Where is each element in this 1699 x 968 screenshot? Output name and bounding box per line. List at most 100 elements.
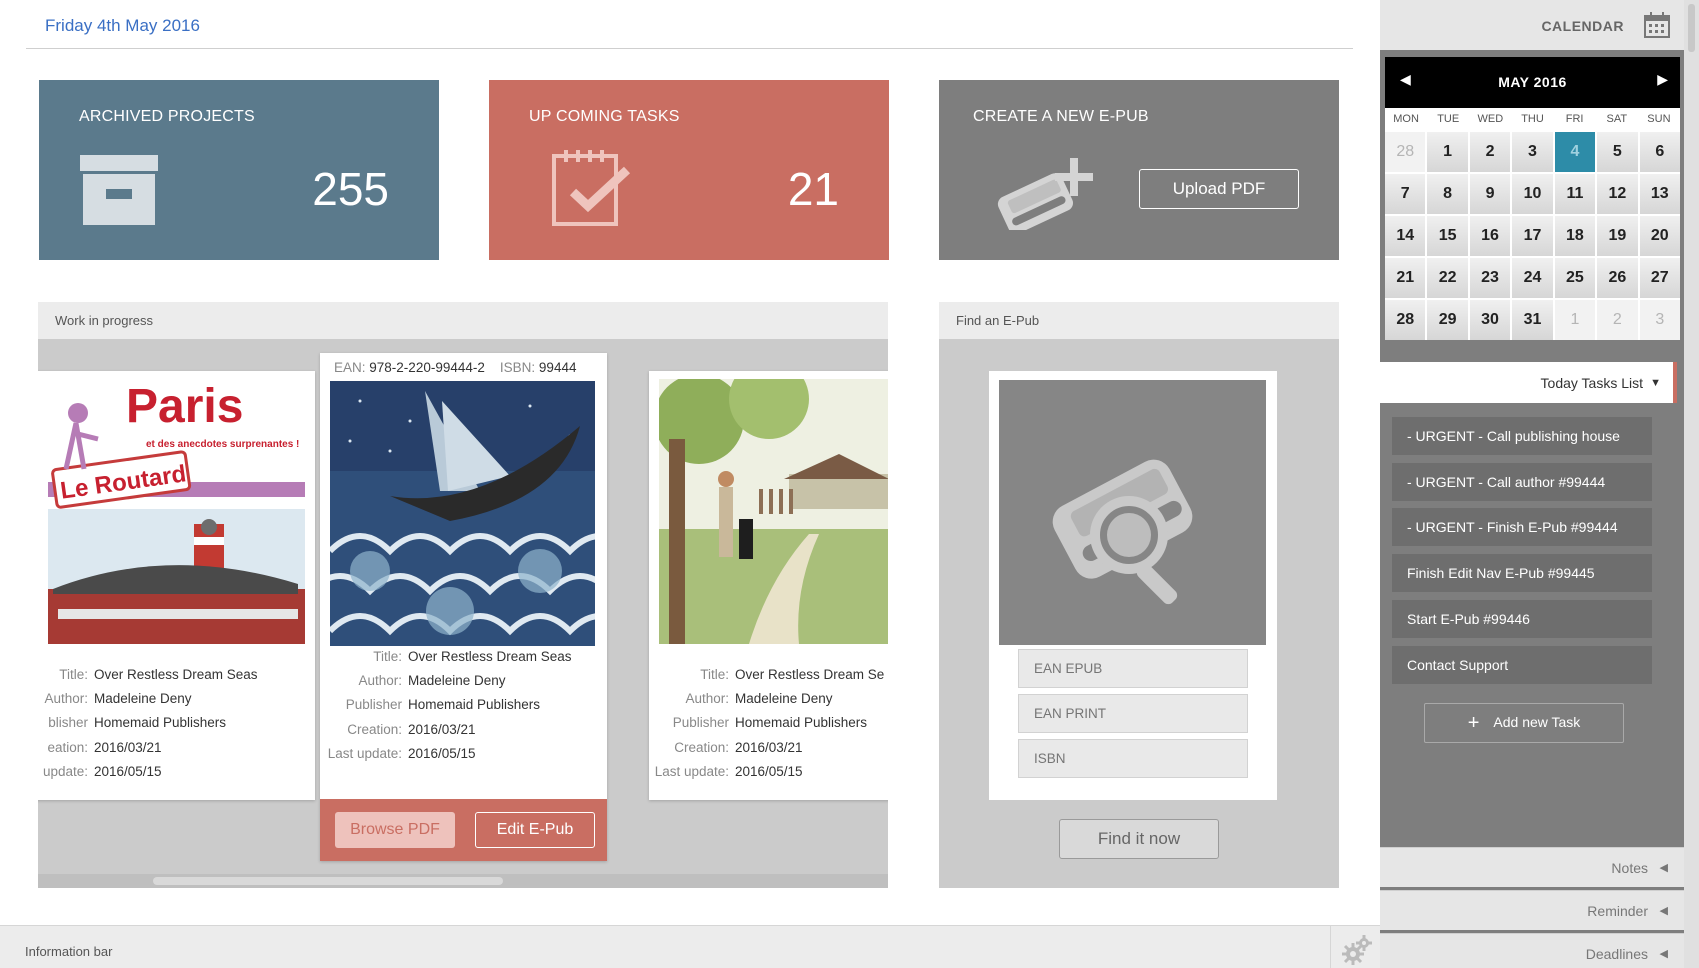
settings-button[interactable] xyxy=(1330,926,1380,968)
calendar-day[interactable]: 30 xyxy=(1469,300,1511,340)
isbn-input[interactable] xyxy=(1018,739,1248,778)
caret-down-icon: ▼ xyxy=(1650,377,1661,389)
book-card[interactable]: Paris et des anecdotes surprenantes ! Le… xyxy=(38,371,315,800)
task-item[interactable]: Contact Support xyxy=(1392,646,1652,684)
next-month-button[interactable]: ▶ xyxy=(1657,71,1668,88)
meta-author: Author: Madeleine Deny xyxy=(358,673,506,689)
calendar-day[interactable]: 10 xyxy=(1512,174,1553,214)
calendar-header[interactable]: CALENDAR xyxy=(1380,0,1684,50)
book-card[interactable]: Title: Over Restless Dream Se Author: Made… xyxy=(649,371,888,800)
plus-icon: + xyxy=(1467,711,1480,734)
work-in-progress-carousel[interactable]: Paris et des anecdotes surprenantes ! Le… xyxy=(38,339,888,888)
book-cover-dream-seas xyxy=(330,381,595,646)
calendar-day[interactable]: 1 xyxy=(1427,132,1468,172)
calendar-month-title: MAY 2016 xyxy=(1498,74,1567,90)
horizontal-scrollbar[interactable] xyxy=(38,874,888,888)
calendar-day[interactable]: 2 xyxy=(1469,132,1511,172)
calendar-day[interactable]: 22 xyxy=(1427,258,1468,298)
calendar-weekdays: MON TUE WED THU FRI SAT SUN xyxy=(1385,108,1680,130)
information-bar: Information bar xyxy=(0,925,1380,968)
calendar-day[interactable]: 29 xyxy=(1427,300,1468,340)
notes-section[interactable]: Notes ◀ xyxy=(1380,847,1684,887)
calendar-day[interactable]: 7 xyxy=(1385,174,1426,214)
meta-publisher: Publisher Homemaid Publishers xyxy=(672,715,868,731)
book-card-selected[interactable]: EAN: 978-2-220-99444-2 ISBN: 99444 Title… xyxy=(320,353,607,861)
calendar-day[interactable]: 18 xyxy=(1554,216,1596,256)
calendar-day[interactable]: 5 xyxy=(1597,132,1638,172)
task-item[interactable]: - URGENT - Call publishing house xyxy=(1392,417,1652,455)
sidebar-scrollbar-thumb[interactable] xyxy=(1688,4,1695,52)
calendar-day[interactable]: 28 xyxy=(1385,300,1426,340)
task-item[interactable]: Finish Edit Nav E-Pub #99445 xyxy=(1392,554,1652,592)
meta-creation: eation: 2016/03/21 xyxy=(47,739,162,755)
task-item[interactable]: - URGENT - Call author #99444 xyxy=(1392,463,1652,501)
ean-epub-input[interactable] xyxy=(1018,649,1248,688)
main-content: Friday 4th May 2016 ARCHIVED PROJECTS 25… xyxy=(0,0,1380,925)
find-it-now-button[interactable]: Find it now xyxy=(1059,819,1219,859)
book-meta: Title: Over Restless Dream Seas Author: Ma… xyxy=(320,645,572,766)
calendar-day[interactable]: 28 xyxy=(1385,132,1426,172)
task-item[interactable]: Start E-Pub #99446 xyxy=(1392,600,1652,638)
scrollbar-thumb[interactable] xyxy=(153,877,503,885)
weekday-label: SUN xyxy=(1647,113,1671,125)
calendar-day-today[interactable]: 4 xyxy=(1554,132,1596,172)
calendar-day[interactable]: 14 xyxy=(1385,216,1426,256)
upcoming-tasks-card[interactable]: UP COMING TASKS 21 xyxy=(489,80,889,260)
add-book-icon xyxy=(997,158,1093,230)
deadlines-section[interactable]: Deadlines ◀ xyxy=(1380,933,1684,968)
calendar-day[interactable]: 6 xyxy=(1639,132,1680,172)
archived-projects-label: ARCHIVED PROJECTS xyxy=(79,108,255,125)
calendar-day[interactable]: 16 xyxy=(1469,216,1511,256)
calendar-day[interactable]: 17 xyxy=(1512,216,1553,256)
ean-print-input[interactable] xyxy=(1018,694,1248,733)
calendar-day[interactable]: 2 xyxy=(1597,300,1638,340)
caret-left-icon: ◀ xyxy=(1659,862,1668,874)
calendar-day[interactable]: 26 xyxy=(1597,258,1638,298)
book-search-icon xyxy=(1052,459,1193,605)
cover-subtitle: et des anecdotes surprenantes ! xyxy=(146,439,300,450)
current-date: Friday 4th May 2016 xyxy=(45,16,200,35)
today-tasks-header[interactable]: Today Tasks List ▼ xyxy=(1380,362,1677,403)
add-new-task-button[interactable]: + Add new Task xyxy=(1424,703,1624,743)
calendar-day[interactable]: 3 xyxy=(1639,300,1680,340)
calendar-day[interactable]: 24 xyxy=(1512,258,1553,298)
archived-projects-card[interactable]: ARCHIVED PROJECTS 255 xyxy=(39,80,439,260)
calendar-label: CALENDAR xyxy=(1541,18,1624,34)
deadlines-label: Deadlines xyxy=(1585,946,1648,962)
archived-projects-count: 255 xyxy=(312,163,389,215)
meta-publisher: Publisher Homemaid Publishers xyxy=(345,697,541,713)
upload-pdf-button[interactable]: Upload PDF xyxy=(1139,169,1299,209)
meta-last-update: Last update: 2016/05/15 xyxy=(654,763,803,779)
sidebar-scrollbar[interactable] xyxy=(1684,0,1699,968)
calendar-day[interactable]: 8 xyxy=(1427,174,1468,214)
browse-pdf-button[interactable]: Browse PDF xyxy=(335,812,455,848)
upcoming-tasks-label: UP COMING TASKS xyxy=(529,108,680,125)
weekday-label: WED xyxy=(1477,113,1504,125)
calendar-day[interactable]: 27 xyxy=(1639,258,1680,298)
book-meta: Title: Over Restless Dream Seas Author: Ma… xyxy=(38,663,258,784)
calendar-day[interactable]: 31 xyxy=(1512,300,1553,340)
calendar-day[interactable]: 20 xyxy=(1639,216,1680,256)
reminder-section[interactable]: Reminder ◀ xyxy=(1380,890,1684,930)
task-item[interactable]: - URGENT - Finish E-Pub #99444 xyxy=(1392,508,1652,546)
meta-creation: Creation: 2016/03/21 xyxy=(347,721,476,737)
calendar-day[interactable]: 3 xyxy=(1512,132,1553,172)
calendar-day[interactable]: 15 xyxy=(1427,216,1468,256)
calendar-day[interactable]: 1 xyxy=(1554,300,1596,340)
calendar-day[interactable]: 13 xyxy=(1639,174,1680,214)
cover-title: Paris xyxy=(126,380,244,433)
calendar-day[interactable]: 21 xyxy=(1385,258,1426,298)
caret-left-icon: ◀ xyxy=(1659,948,1668,960)
edit-epub-button[interactable]: Edit E-Pub xyxy=(475,812,595,848)
meta-author: Author: Madeleine Deny xyxy=(685,691,833,707)
calendar-day[interactable]: 23 xyxy=(1469,258,1511,298)
calendar-day[interactable]: 25 xyxy=(1554,258,1596,298)
calendar-day[interactable]: 11 xyxy=(1554,174,1596,214)
reminder-label: Reminder xyxy=(1587,903,1648,919)
meta-title: Title: Over Restless Dream Seas xyxy=(373,649,572,664)
calendar-day[interactable]: 9 xyxy=(1469,174,1511,214)
information-bar-label: Information bar xyxy=(25,944,113,959)
calendar-day[interactable]: 12 xyxy=(1597,174,1638,214)
calendar-day[interactable]: 19 xyxy=(1597,216,1638,256)
meta-publisher: blisher Homemaid Publishers xyxy=(48,715,227,731)
